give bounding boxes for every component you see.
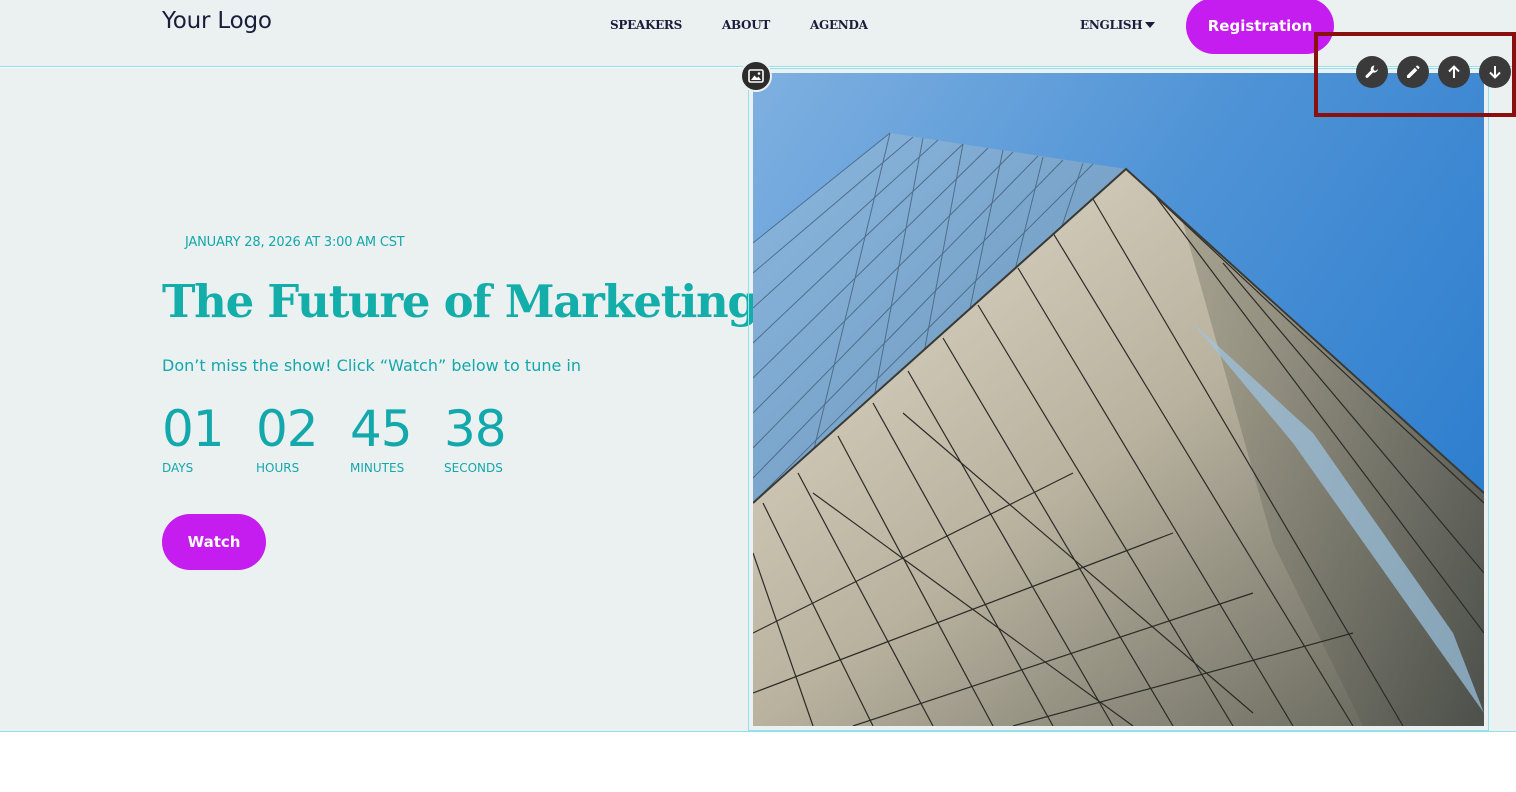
- nav-item-agenda[interactable]: AGENDA: [810, 18, 868, 32]
- countdown-label: MINUTES: [350, 461, 405, 475]
- arrow-up-icon[interactable]: [1438, 56, 1470, 88]
- hero-image[interactable]: [753, 73, 1484, 726]
- registration-button[interactable]: Registration: [1186, 0, 1334, 54]
- nav-item-about[interactable]: ABOUT: [722, 18, 770, 32]
- countdown-value: 38: [444, 400, 507, 458]
- countdown-value: 02: [256, 400, 319, 458]
- countdown-label: HOURS: [256, 461, 300, 475]
- countdown-label: DAYS: [162, 461, 194, 475]
- wrench-icon[interactable]: [1356, 56, 1388, 88]
- logo[interactable]: Your Logo: [162, 8, 272, 34]
- image-icon[interactable]: [740, 60, 772, 92]
- watch-button[interactable]: Watch: [162, 514, 266, 570]
- countdown-value: 45: [350, 400, 413, 458]
- language-selector[interactable]: ENGLISH: [1080, 18, 1143, 32]
- main-nav: SPEAKERS ABOUT AGENDA: [610, 18, 908, 32]
- countdown-seconds: 38 SECONDS: [444, 400, 538, 475]
- nav-item-speakers[interactable]: SPEAKERS: [610, 18, 682, 32]
- page-title: The Future of Marketing: [162, 275, 759, 328]
- countdown-minutes: 45 MINUTES: [350, 400, 444, 475]
- event-date: JANUARY 28, 2026 AT 3:00 AM CST: [185, 235, 405, 250]
- countdown-hours: 02 HOURS: [256, 400, 350, 475]
- countdown-value: 01: [162, 400, 225, 458]
- hero-section: JANUARY 28, 2026 AT 3:00 AM CST The Futu…: [0, 60, 1516, 732]
- countdown-label: SECONDS: [444, 461, 503, 475]
- countdown-timer: 01 DAYS 02 HOURS 45 MINUTES 38 SECONDS: [162, 400, 538, 475]
- site-header: Your Logo SPEAKERS ABOUT AGENDA ENGLISH …: [0, 0, 1516, 67]
- hero-subtitle: Don’t miss the show! Click “Watch” below…: [162, 356, 581, 375]
- countdown-days: 01 DAYS: [162, 400, 256, 475]
- arrow-down-icon[interactable]: [1479, 56, 1511, 88]
- chevron-down-icon[interactable]: [1145, 22, 1155, 28]
- pencil-icon[interactable]: [1397, 56, 1429, 88]
